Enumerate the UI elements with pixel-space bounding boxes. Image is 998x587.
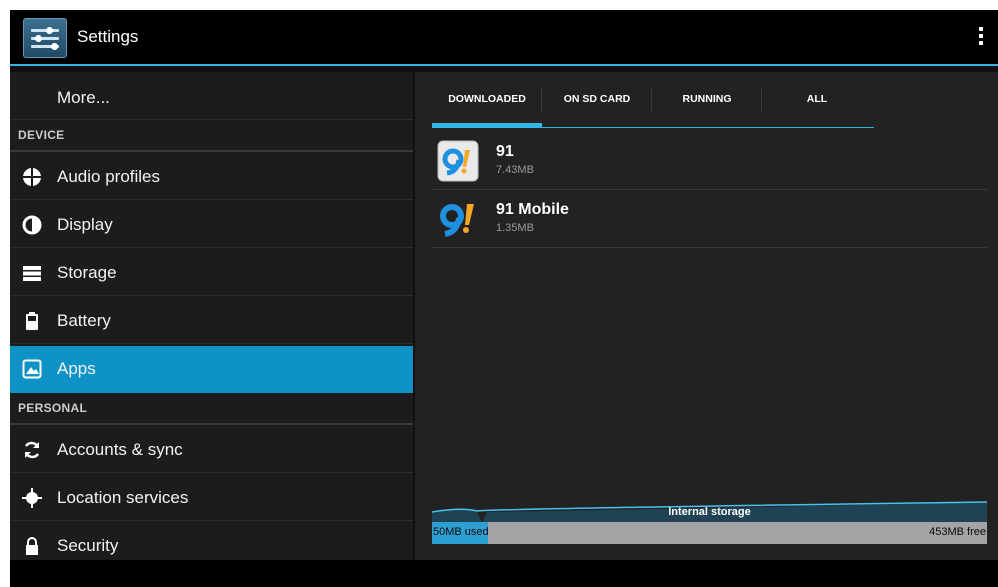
sidebar-item-label: Display: [57, 215, 113, 234]
storage-icon: [22, 263, 42, 283]
tab-label: DOWNLOADED: [448, 93, 526, 105]
tab-on-sd-card[interactable]: ON SD CARD: [542, 72, 652, 126]
app-title: Settings: [77, 27, 139, 46]
apps-pane: DOWNLOADED ON SD CARD RUNNING ALL 91 7.4…: [415, 72, 998, 560]
sidebar-item-accounts-sync[interactable]: Accounts & sync: [10, 427, 413, 473]
action-bar: Settings: [10, 10, 998, 66]
app-name: 91 Mobile: [496, 201, 569, 218]
tab-bar: DOWNLOADED ON SD CARD RUNNING ALL: [432, 72, 874, 130]
sidebar-item-label: Storage: [57, 263, 117, 282]
tab-label: ALL: [806, 93, 828, 105]
sidebar-item-battery[interactable]: Battery: [10, 298, 413, 344]
sidebar-item-more[interactable]: More...: [10, 72, 413, 120]
sidebar-item-audio-profiles[interactable]: Audio profiles: [10, 154, 413, 200]
sidebar-item-label: Apps: [57, 359, 96, 378]
storage-label: Internal storage: [668, 506, 751, 518]
system-bar: [10, 560, 998, 587]
app-91-mobile-icon: [437, 198, 479, 240]
storage-bar: 50MB used 453MB free: [432, 522, 987, 544]
app-name: 91: [496, 143, 514, 160]
storage-free-text: 453MB free: [929, 526, 986, 538]
sidebar-item-label: More...: [57, 88, 110, 107]
overflow-menu-icon[interactable]: [976, 27, 986, 49]
sidebar-item-storage[interactable]: Storage: [10, 250, 413, 296]
sidebar-item-label: Location services: [57, 488, 189, 507]
location-icon: [22, 488, 42, 508]
sidebar-item-label: Security: [57, 536, 119, 555]
sidebar-item-location-services[interactable]: Location services: [10, 475, 413, 521]
sync-icon: [22, 440, 42, 460]
app-size: 7.43MB: [496, 164, 534, 176]
sidebar-item-label: Battery: [57, 311, 111, 330]
section-header-label: PERSONAL: [18, 401, 88, 415]
tab-running[interactable]: RUNNING: [652, 72, 762, 126]
section-header-personal: PERSONAL: [10, 393, 413, 425]
app-size: 1.35MB: [496, 222, 534, 234]
tablet-screen: Settings More... DEVICE Audio profiles D…: [10, 10, 998, 587]
sidebar-item-apps[interactable]: Apps: [10, 346, 413, 393]
tab-downloaded[interactable]: DOWNLOADED: [432, 72, 542, 127]
sidebar-item-label: Audio profiles: [57, 167, 161, 186]
sidebar-item-label: Accounts & sync: [57, 440, 183, 459]
tab-all[interactable]: ALL: [762, 72, 872, 126]
settings-list: More... DEVICE Audio profiles Display St…: [10, 72, 413, 560]
tab-divider: [432, 127, 874, 128]
sidebar-item-security[interactable]: Security: [10, 523, 413, 560]
display-icon: [22, 215, 42, 235]
tab-label: RUNNING: [682, 93, 732, 105]
app-91-icon: [437, 140, 479, 182]
storage-used-text: 50MB used: [433, 526, 489, 538]
apps-icon: [22, 359, 42, 379]
section-header-label: DEVICE: [18, 128, 65, 142]
tab-label: ON SD CARD: [563, 93, 631, 105]
sidebar-item-display[interactable]: Display: [10, 202, 413, 248]
lock-icon: [22, 536, 42, 556]
battery-icon: [22, 311, 42, 331]
audio-profiles-icon: [22, 167, 42, 187]
section-header-device: DEVICE: [10, 120, 413, 152]
list-item[interactable]: 91 Mobile 1.35MB: [432, 190, 987, 248]
storage-meter: Internal storage 50MB used 453MB free: [432, 490, 987, 560]
list-item[interactable]: 91 7.43MB: [432, 132, 987, 190]
settings-sliders-icon[interactable]: [23, 18, 67, 58]
